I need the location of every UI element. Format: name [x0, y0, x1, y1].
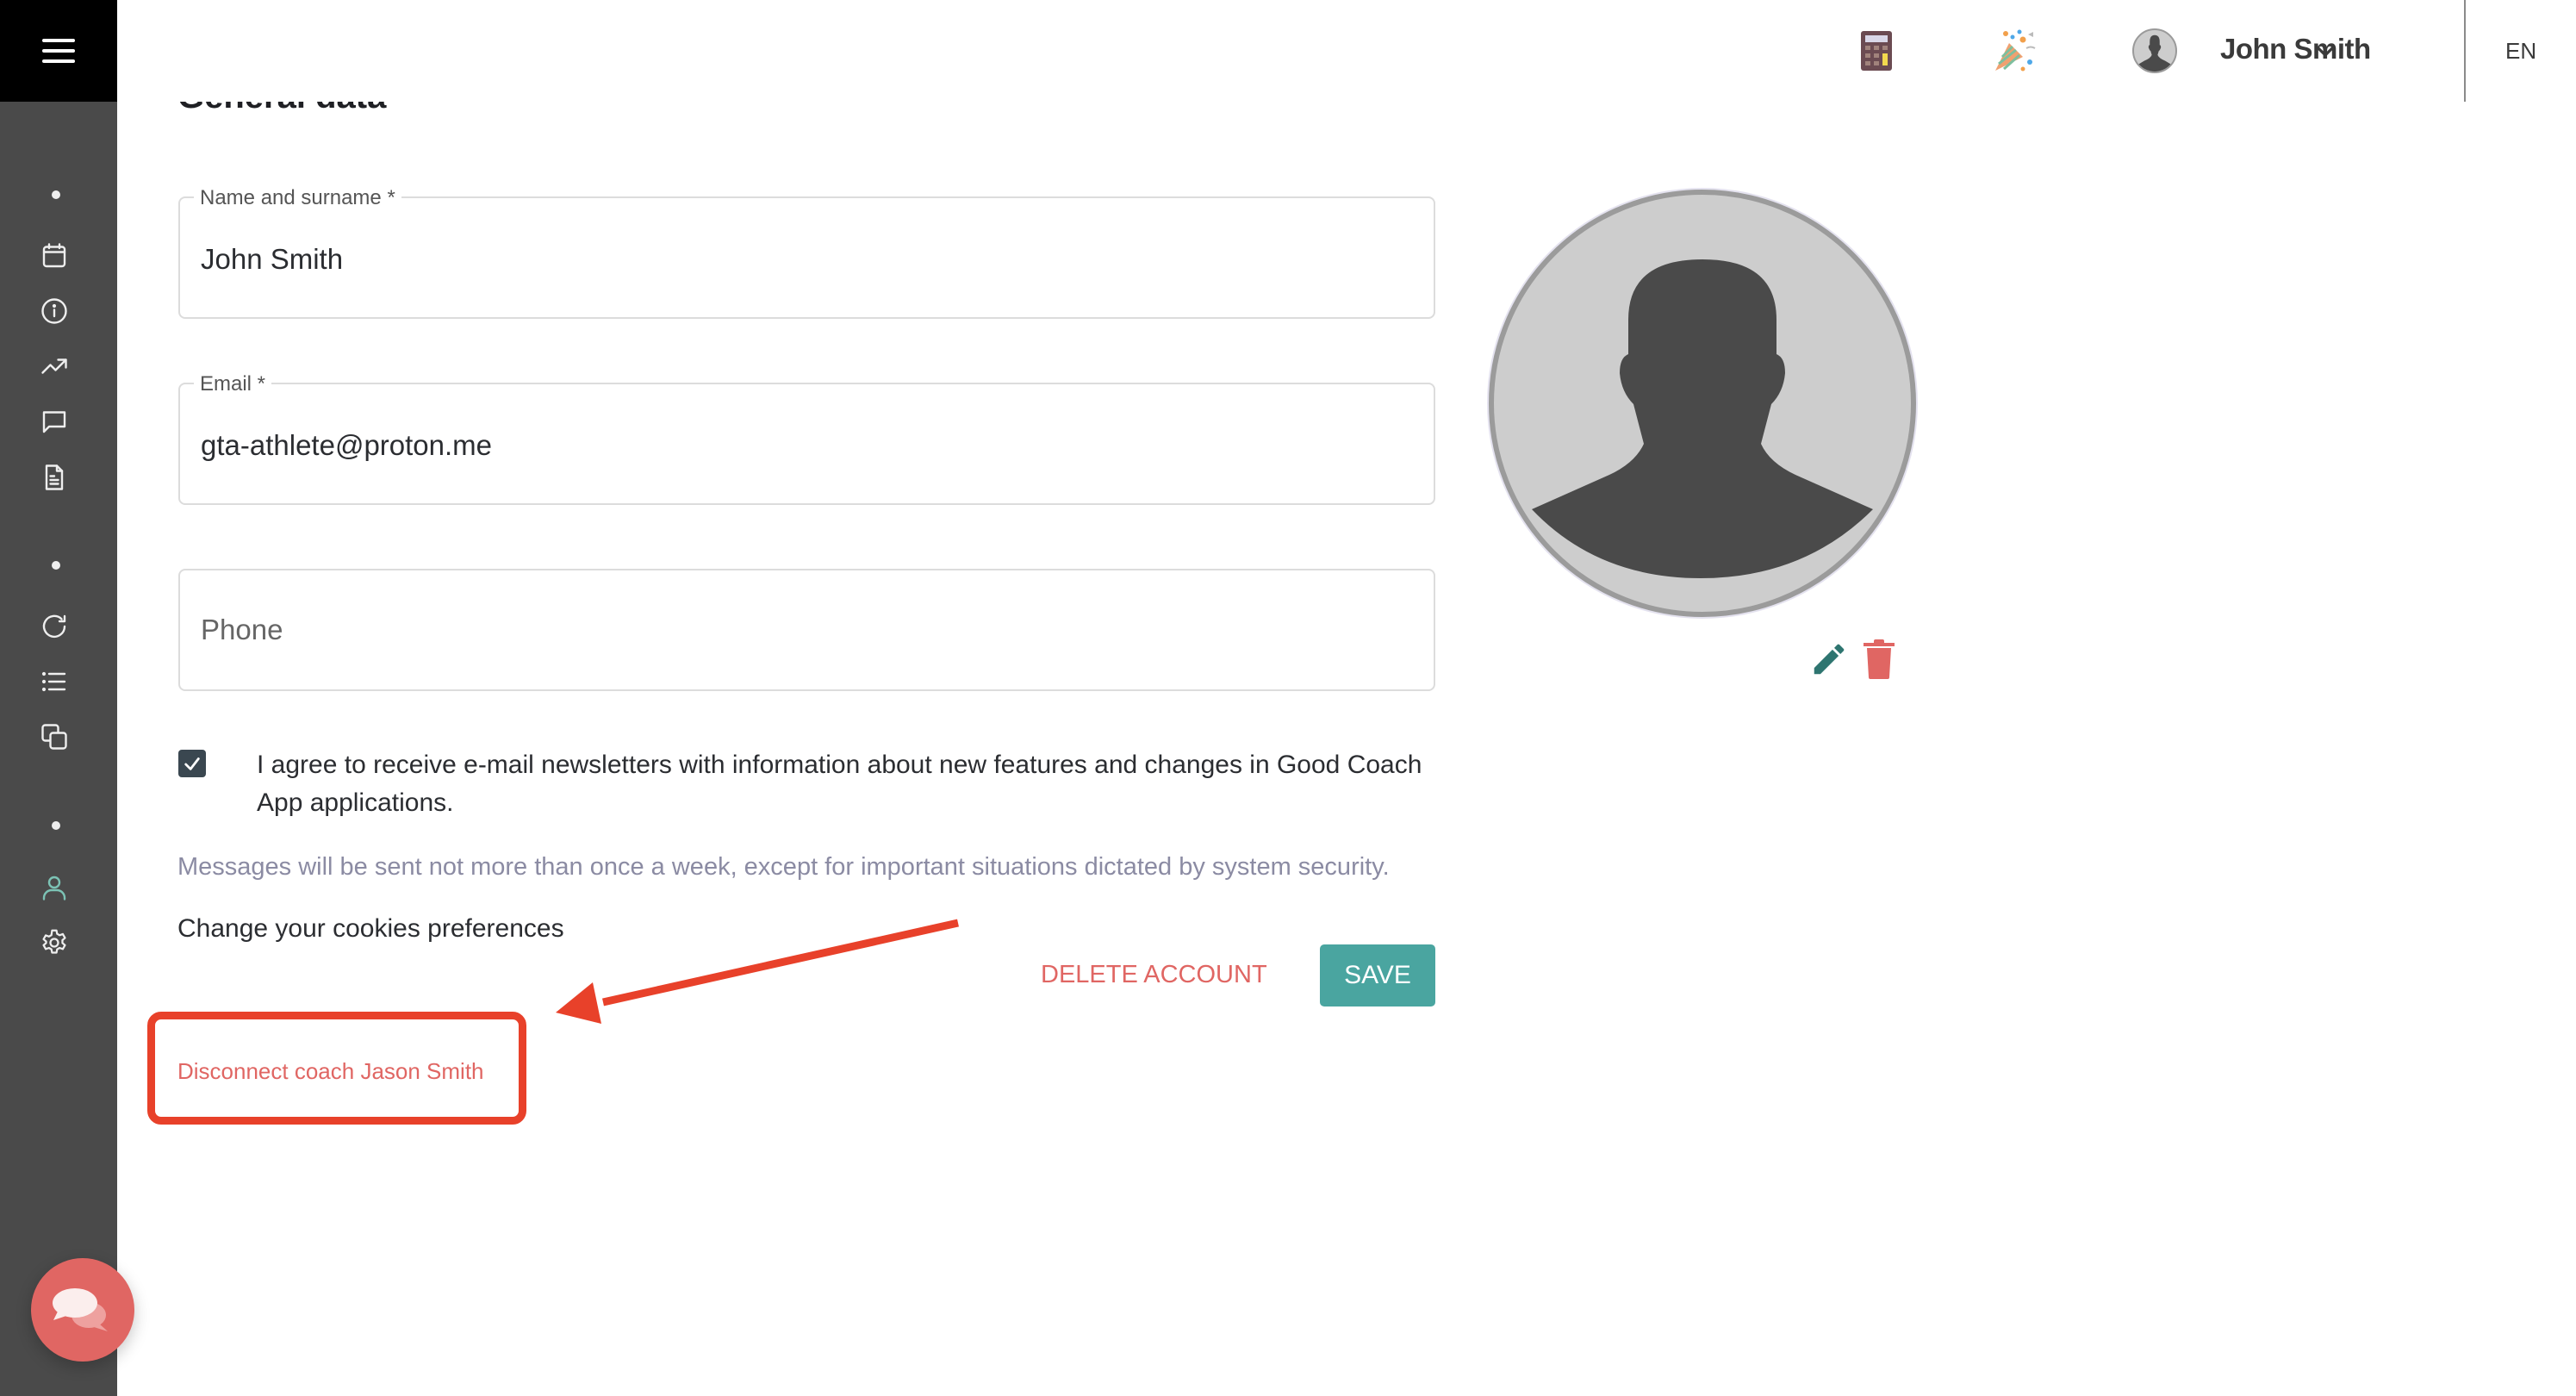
calendar-icon: [42, 243, 66, 268]
edit-avatar-button[interactable]: [1809, 639, 1849, 679]
list-icon: [41, 671, 66, 692]
refresh-icon: [42, 614, 66, 638]
user-menu-dropdown[interactable]: [2312, 38, 2338, 64]
save-button[interactable]: SAVE: [1320, 944, 1435, 1006]
chat-bubbles-icon: [53, 1288, 108, 1331]
settings-gear-icon: [42, 929, 66, 954]
group-separator-dot: [52, 821, 60, 830]
info-icon: [41, 298, 67, 324]
phone-field: [178, 569, 1435, 691]
calculator-button[interactable]: [1859, 29, 1902, 72]
sidebar-item-documents[interactable]: [37, 460, 72, 495]
sidebar-item-progress[interactable]: [37, 349, 72, 383]
trash-icon: [1864, 639, 1895, 679]
chat-support-button[interactable]: [31, 1258, 134, 1362]
calculator-icon: [1861, 31, 1892, 71]
sidebar-item-profile[interactable]: [37, 870, 72, 905]
email-field: Email *: [178, 372, 1435, 505]
user-name[interactable]: John Smith: [2220, 33, 2371, 65]
profile-avatar: [1489, 190, 1916, 617]
name-input[interactable]: [201, 243, 1390, 276]
party-popper-icon: [1995, 29, 2036, 72]
language-selector[interactable]: EN: [2505, 38, 2536, 65]
user-avatar[interactable]: [2132, 28, 2177, 73]
name-field-label: Name and surname *: [194, 186, 401, 210]
sidebar-item-settings[interactable]: [37, 925, 72, 960]
sidebar-item-sync[interactable]: [37, 609, 72, 644]
sidebar-item-messages[interactable]: [37, 404, 72, 439]
sidebar-item-copy[interactable]: [37, 720, 72, 754]
newsletter-consent-label: I agree to receive e-mail newsletters wi…: [257, 751, 1422, 817]
checkmark-icon: [184, 757, 200, 770]
pencil-icon: [1814, 644, 1845, 675]
hamburger-menu-icon: [42, 39, 75, 63]
sidebar-item-info[interactable]: [37, 294, 72, 328]
announcements-button[interactable]: [1994, 29, 2037, 72]
document-icon: [45, 464, 64, 490]
newsletter-info-text: Messages will be sent not more than once…: [177, 853, 1390, 881]
email-input[interactable]: [201, 429, 1390, 462]
chevron-down-icon: [2316, 46, 2335, 57]
default-avatar-icon: [2136, 34, 2174, 72]
header-divider: [2464, 0, 2466, 102]
trending-up-icon: [41, 358, 67, 374]
disconnect-coach-link[interactable]: Disconnect coach Jason Smith: [177, 1058, 484, 1085]
sidebar-item-list[interactable]: [37, 664, 72, 699]
default-avatar-icon: [1532, 259, 1873, 578]
newsletter-checkbox[interactable]: [178, 750, 206, 777]
cookies-preferences-link[interactable]: Change your cookies preferences: [177, 914, 564, 944]
copy-icon: [41, 724, 67, 750]
menu-toggle-button[interactable]: [0, 0, 117, 102]
name-field: Name and surname *: [178, 186, 1435, 319]
phone-input[interactable]: [201, 614, 1390, 646]
chat-bubble-icon: [42, 411, 66, 433]
delete-avatar-button[interactable]: [1864, 639, 1895, 679]
group-separator-dot: [52, 190, 60, 199]
top-header: John Smith EN: [117, 0, 2576, 102]
delete-account-button[interactable]: DELETE ACCOUNT: [1041, 961, 1267, 989]
group-separator-dot: [52, 561, 60, 570]
email-field-label: Email *: [194, 372, 272, 396]
user-icon: [42, 876, 66, 901]
sidebar: [0, 0, 134, 1396]
sidebar-item-calendar[interactable]: [37, 239, 72, 273]
